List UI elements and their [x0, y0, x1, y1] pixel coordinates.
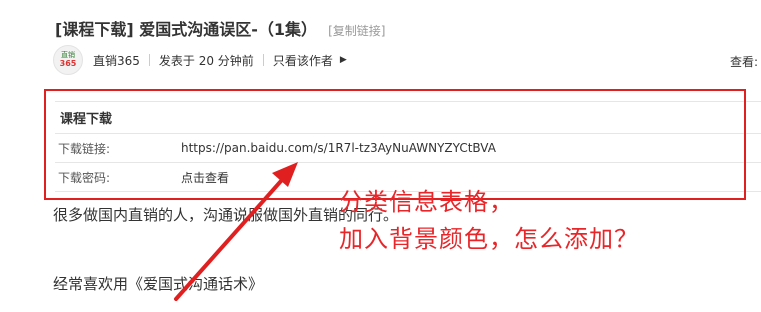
- view-count-label: 查看:: [729, 55, 758, 69]
- play-triangle-icon: ▶: [339, 55, 347, 65]
- avatar-logo-text: 直销: [61, 51, 75, 59]
- avatar-logo-number: 365: [59, 59, 77, 68]
- copy-link-button[interactable]: [复制链接]: [328, 24, 385, 38]
- view-password-link[interactable]: 点击查看: [181, 169, 229, 186]
- download-password-label: 下载密码:: [58, 170, 111, 185]
- only-view-author-link[interactable]: 只看该作者: [273, 52, 333, 69]
- annotation-line-2: 加入背景颜色，怎么添加？: [339, 225, 639, 253]
- download-link-label: 下载链接:: [58, 141, 111, 156]
- post-paragraph: 经常喜欢用《爱国式沟通话术》: [53, 275, 264, 293]
- post-meta: 直销 365 直销365 发表于 20 分钟前 只看该作者 ▶ 查看:: [53, 45, 761, 75]
- download-link-value[interactable]: https://pan.baidu.com/s/1R7l-tz3AyNuAWNY…: [181, 141, 496, 155]
- table-row: 下载链接: https://pan.baidu.com/s/1R7l-tz3Ay…: [55, 134, 761, 163]
- meta-divider: [148, 54, 150, 66]
- table-header: 课程下载: [55, 102, 761, 134]
- thread-title: [课程下载] 爱国式沟通误区-（1集） [复制链接]: [55, 16, 385, 39]
- author-name-link[interactable]: 直销365: [93, 52, 140, 69]
- info-table: 课程下载 下载链接: https://pan.baidu.com/s/1R7l-…: [55, 101, 761, 192]
- meta-divider: [262, 54, 264, 66]
- annotation-line-1: 分类信息表格，: [339, 188, 514, 216]
- thread-title-text: [课程下载] 爱国式沟通误区-（1集）: [55, 20, 317, 39]
- post-time: 发表于 20 分钟前: [158, 53, 254, 68]
- avatar[interactable]: 直销 365: [53, 45, 83, 75]
